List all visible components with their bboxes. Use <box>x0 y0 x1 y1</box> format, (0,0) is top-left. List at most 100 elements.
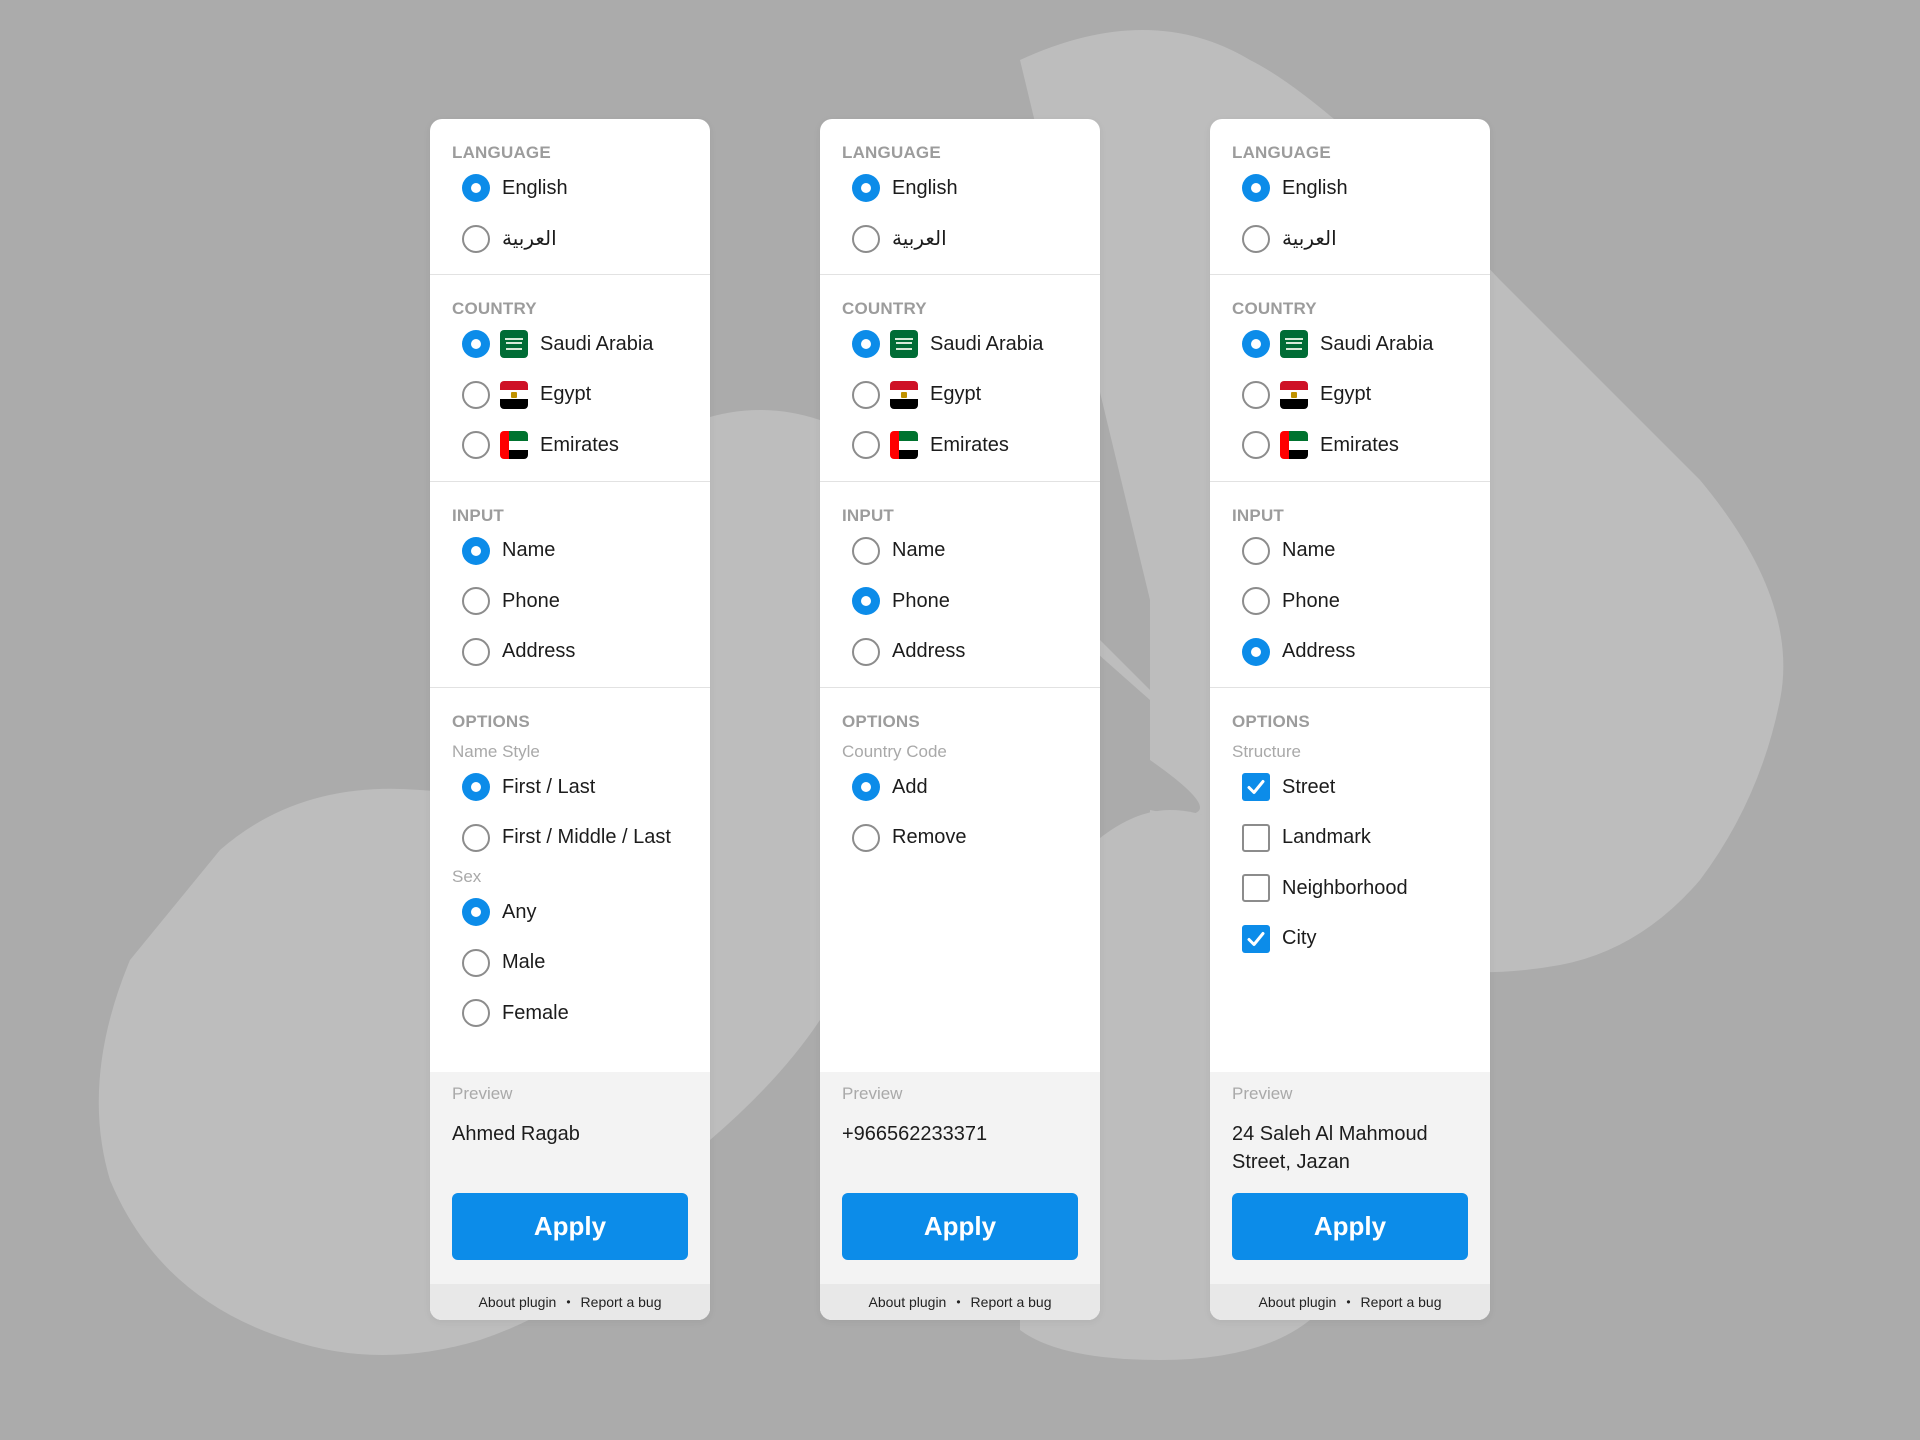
option-phone[interactable]: Phone <box>452 576 688 627</box>
option-saudi-arabia[interactable]: Saudi Arabia <box>1232 319 1468 370</box>
option-label: First / Last <box>502 775 596 798</box>
egypt-flag-icon <box>500 380 528 409</box>
radio-button[interactable] <box>852 773 880 802</box>
option-any[interactable]: Any <box>452 887 688 938</box>
radio-button[interactable] <box>852 224 880 253</box>
checkbox[interactable] <box>1242 924 1270 953</box>
option-first-middle-last[interactable]: First / Middle / Last <box>452 813 688 864</box>
option-egypt[interactable]: Egypt <box>452 370 688 421</box>
radio-button[interactable] <box>1242 637 1270 666</box>
radio-button[interactable] <box>1242 174 1270 203</box>
radio-button[interactable] <box>462 224 490 253</box>
saudi-flag-icon <box>1280 330 1308 359</box>
option-phone[interactable]: Phone <box>1232 576 1468 627</box>
checkbox[interactable] <box>1242 773 1270 802</box>
apply-button[interactable]: Apply <box>452 1193 688 1260</box>
option-address[interactable]: Address <box>842 627 1078 678</box>
option-emirates[interactable]: Emirates <box>842 420 1078 471</box>
radio-button[interactable] <box>462 330 490 359</box>
option-name[interactable]: Name <box>842 526 1078 577</box>
plugin-panel-address: LANGUAGE English العربية COUNTRY Saudi Arabi… <box>1210 119 1490 1320</box>
option-address[interactable]: Address <box>1232 627 1468 678</box>
option-label: English <box>892 176 958 199</box>
option-label: Emirates <box>540 433 619 456</box>
radio-button[interactable] <box>852 823 880 852</box>
option-egypt[interactable]: Egypt <box>842 370 1078 421</box>
option-label: City <box>1282 927 1317 950</box>
option-male[interactable]: Male <box>452 938 688 989</box>
option-label: Saudi Arabia <box>540 332 654 355</box>
option-arabic[interactable]: العربية <box>452 214 688 265</box>
option-neighborhood[interactable]: Neighborhood <box>1232 863 1468 914</box>
checkbox[interactable] <box>1242 823 1270 852</box>
radio-button[interactable] <box>462 999 490 1028</box>
country-section: COUNTRY Saudi Arabia Egypt Emirates <box>1210 275 1490 482</box>
radio-button[interactable] <box>462 773 490 802</box>
radio-button[interactable] <box>1242 380 1270 409</box>
radio-button[interactable] <box>1242 536 1270 565</box>
radio-button[interactable] <box>1242 587 1270 616</box>
radio-button[interactable] <box>1242 330 1270 359</box>
report-bug-link[interactable]: Report a bug <box>581 1294 662 1310</box>
option-remove[interactable]: Remove <box>842 813 1078 864</box>
option-english[interactable]: English <box>452 163 688 214</box>
uae-flag-icon <box>1280 431 1308 460</box>
option-phone[interactable]: Phone <box>842 576 1078 627</box>
radio-button[interactable] <box>462 536 490 565</box>
radio-button[interactable] <box>462 587 490 616</box>
option-first-last[interactable]: First / Last <box>452 762 688 813</box>
options-title: OPTIONS <box>1232 712 1310 731</box>
radio-button[interactable] <box>852 637 880 666</box>
option-saudi-arabia[interactable]: Saudi Arabia <box>452 319 688 370</box>
radio-button[interactable] <box>852 380 880 409</box>
option-group-title: Structure <box>1232 742 1301 761</box>
about-plugin-link[interactable]: About plugin <box>1259 1294 1337 1310</box>
radio-button[interactable] <box>462 898 490 927</box>
radio-button[interactable] <box>1242 224 1270 253</box>
option-arabic[interactable]: العربية <box>842 214 1078 265</box>
country-title: COUNTRY <box>1232 299 1317 318</box>
option-label: Address <box>1282 640 1356 663</box>
option-english[interactable]: English <box>842 163 1078 214</box>
option-female[interactable]: Female <box>452 988 688 1039</box>
radio-button[interactable] <box>852 174 880 203</box>
radio-button[interactable] <box>852 431 880 460</box>
radio-button[interactable] <box>462 174 490 203</box>
option-arabic[interactable]: العربية <box>1232 214 1468 265</box>
radio-button[interactable] <box>462 823 490 852</box>
checkbox[interactable] <box>1242 874 1270 903</box>
input-title: INPUT <box>452 505 504 525</box>
radio-button[interactable] <box>1242 431 1270 460</box>
radio-button[interactable] <box>852 330 880 359</box>
option-landmark[interactable]: Landmark <box>1232 813 1468 864</box>
radio-button[interactable] <box>852 587 880 616</box>
options-section: OPTIONS Structure Street Landmark Neighborho… <box>1210 688 1490 1073</box>
option-egypt[interactable]: Egypt <box>1232 370 1468 421</box>
radio-button[interactable] <box>852 536 880 565</box>
plugin-panel-phone: LANGUAGE English العربية COUNTRY Saudi Arabi… <box>820 119 1100 1320</box>
radio-button[interactable] <box>462 431 490 460</box>
radio-button[interactable] <box>462 637 490 666</box>
option-street[interactable]: Street <box>1232 762 1468 813</box>
option-name[interactable]: Name <box>452 526 688 577</box>
about-plugin-link[interactable]: About plugin <box>869 1294 947 1310</box>
option-add[interactable]: Add <box>842 762 1078 813</box>
option-emirates[interactable]: Emirates <box>1232 420 1468 471</box>
option-english[interactable]: English <box>1232 163 1468 214</box>
option-city[interactable]: City <box>1232 914 1468 965</box>
option-emirates[interactable]: Emirates <box>452 420 688 471</box>
report-bug-link[interactable]: Report a bug <box>971 1294 1052 1310</box>
saudi-flag-icon <box>890 330 918 359</box>
radio-button[interactable] <box>462 380 490 409</box>
option-label: Add <box>892 775 928 798</box>
report-bug-link[interactable]: Report a bug <box>1361 1294 1442 1310</box>
apply-button[interactable]: Apply <box>842 1193 1078 1260</box>
preview-value: Ahmed Ragab <box>452 1123 580 1145</box>
option-saudi-arabia[interactable]: Saudi Arabia <box>842 319 1078 370</box>
language-section: LANGUAGE English العربية <box>820 119 1100 275</box>
option-name[interactable]: Name <box>1232 526 1468 577</box>
radio-button[interactable] <box>462 948 490 977</box>
apply-button[interactable]: Apply <box>1232 1193 1468 1260</box>
option-address[interactable]: Address <box>452 627 688 678</box>
about-plugin-link[interactable]: About plugin <box>479 1294 557 1310</box>
